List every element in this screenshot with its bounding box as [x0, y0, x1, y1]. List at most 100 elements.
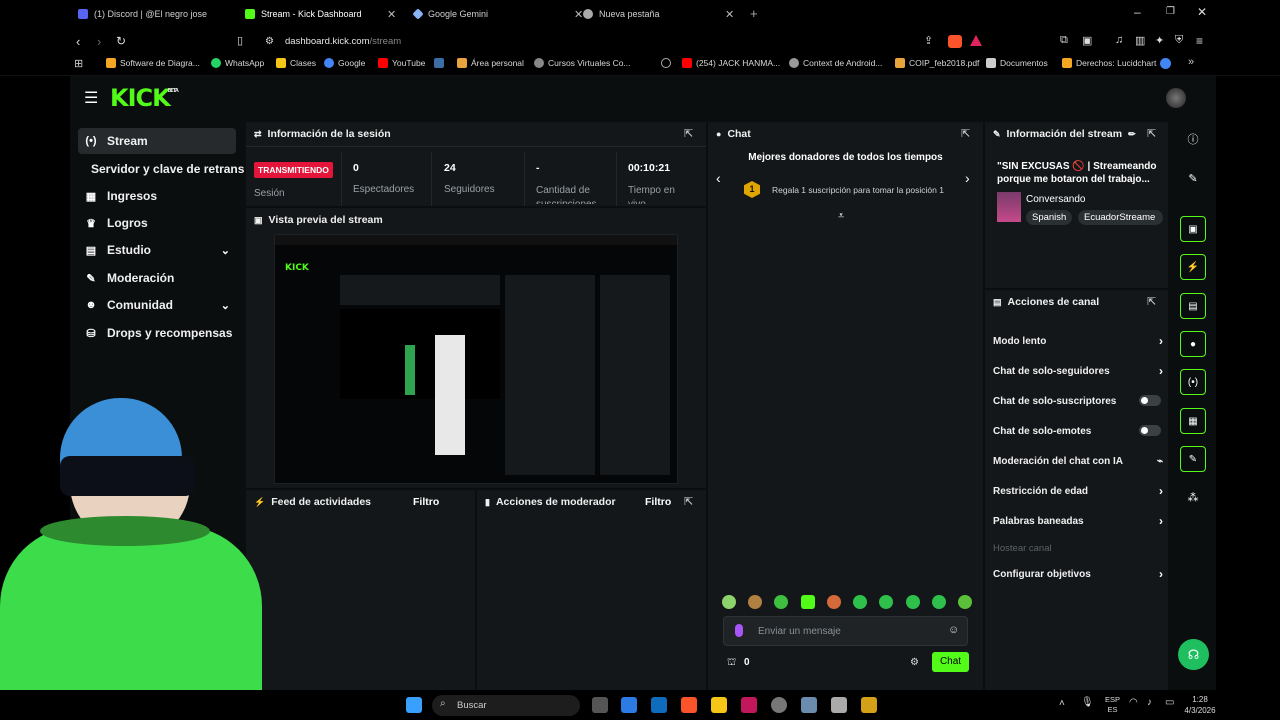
outlook-icon[interactable] — [651, 697, 667, 713]
emotes-only-toggle[interactable] — [1139, 425, 1161, 436]
sidebar-item-stream[interactable]: (•) Stream — [78, 128, 236, 154]
tab-discord[interactable]: (1) Discord | @El negro jose — [78, 4, 207, 24]
wifi-icon[interactable]: ◠ — [1129, 697, 1138, 708]
mic-icon[interactable] — [735, 624, 743, 637]
sidebar-item-estudio[interactable]: ▤ Estudio ⌄ — [78, 237, 236, 263]
chevron-right-icon[interactable]: › — [965, 170, 970, 186]
emote-icon[interactable] — [957, 595, 972, 609]
hamburger-icon[interactable]: ☰ — [84, 88, 98, 108]
filter-button[interactable]: Filtro — [645, 496, 671, 508]
apps-grid-icon[interactable]: ⊞ — [74, 57, 83, 70]
bookmark-icon[interactable]: ▯ — [237, 34, 243, 47]
activity-toggle-icon[interactable]: ⚡ — [1180, 254, 1206, 280]
minimize-icon[interactable]: – — [1134, 5, 1141, 19]
bookmark-item[interactable]: COIP_feb2018.pdf — [895, 58, 979, 68]
info-icon[interactable]: ⓘ — [1180, 126, 1206, 152]
filter-button[interactable]: Filtro — [413, 496, 439, 508]
edit-icon[interactable]: ✏ — [1128, 129, 1136, 140]
task-view-icon[interactable] — [592, 697, 608, 713]
emotes-only-row[interactable]: Chat de solo-emotes — [993, 425, 1163, 437]
tag-chip[interactable]: EcuadorStreame — [1078, 210, 1163, 225]
brave-rewards-icon[interactable] — [970, 35, 982, 46]
volume-icon[interactable]: ♪ — [1147, 697, 1152, 708]
store-icon[interactable] — [621, 697, 637, 713]
support-icon[interactable]: ☊ — [1178, 639, 1209, 670]
reload-icon[interactable]: ↻ — [116, 34, 126, 48]
windows-start-icon[interactable] — [406, 697, 422, 713]
emote-icon[interactable] — [774, 595, 789, 609]
sidebar-item-comunidad[interactable]: ☻ Comunidad ⌄ — [78, 292, 236, 318]
emote-icon[interactable] — [748, 595, 763, 609]
category-name[interactable]: Conversando — [1026, 194, 1085, 205]
layout-toggle-icon[interactable]: ▦ — [1180, 408, 1206, 434]
globe-icon[interactable] — [661, 58, 671, 68]
sidebar-item-server-key[interactable]: Servidor y clave de retransm — [85, 156, 245, 182]
new-tab-icon[interactable]: + — [750, 6, 758, 21]
tag-chip[interactable]: Spanish — [1026, 210, 1073, 225]
sidebar-item-drops[interactable]: ⛁ Drops y recompensas — [78, 320, 236, 346]
settings-icon[interactable]: ⚙ — [910, 657, 919, 668]
age-restriction-row[interactable]: Restricción de edad › — [993, 484, 1163, 498]
sidebar-item-moderacion[interactable]: ✎ Moderación — [78, 265, 236, 291]
app-icon[interactable] — [741, 697, 757, 713]
bookmark-item[interactable]: Context de Android... — [789, 58, 882, 68]
more-bookmarks-icon[interactable]: » — [1188, 56, 1194, 68]
subscribers-only-row[interactable]: Chat de solo-suscriptores — [993, 395, 1163, 407]
tab-gemini[interactable]: Google Gemini ✕ — [412, 4, 583, 24]
vpn-icon[interactable]: ⛨ — [1175, 34, 1183, 47]
app-icon[interactable] — [831, 697, 847, 713]
stream-preview-video[interactable]: KICK — [274, 234, 678, 484]
chat-toggle-icon[interactable]: ● — [1180, 331, 1206, 357]
emote-icon[interactable] — [853, 595, 868, 609]
chevron-left-icon[interactable]: ‹ — [716, 170, 721, 186]
restore-icon[interactable]: ❐ — [1166, 6, 1175, 17]
banned-words-row[interactable]: Palabras baneadas › — [993, 514, 1163, 528]
share-nodes-icon[interactable]: ⁂ — [1180, 484, 1206, 510]
sidebar-item-ingresos[interactable]: ▦ Ingresos — [78, 183, 236, 209]
emote-icon[interactable] — [826, 595, 841, 609]
brave-icon[interactable] — [681, 697, 697, 713]
close-tab-icon[interactable]: ✕ — [574, 8, 583, 21]
moderation-toggle-icon[interactable]: ✎ — [1180, 446, 1206, 472]
menu-icon[interactable]: ≡ — [1196, 34, 1203, 48]
bookmark-item[interactable]: Área personal — [457, 58, 524, 68]
leo-ai-icon[interactable]: ✦ — [1155, 34, 1164, 47]
emoji-icon[interactable]: ☺ — [948, 624, 959, 636]
file-explorer-icon[interactable] — [711, 697, 727, 713]
vtube-icon[interactable] — [801, 697, 817, 713]
url-field[interactable]: dashboard.kick.com/stream — [285, 36, 401, 47]
bookmark-item[interactable]: WhatsApp — [211, 58, 264, 68]
brave-shields-icon[interactable] — [948, 35, 962, 48]
sidebar-toggle-icon[interactable]: ▥ — [1135, 34, 1145, 47]
close-window-icon[interactable]: ✕ — [1197, 5, 1207, 19]
bookmark-item[interactable]: Derechos: Lucidchart — [1062, 58, 1156, 68]
forward-icon[interactable]: › — [97, 34, 101, 49]
stream-toggle-icon[interactable]: (•) — [1180, 369, 1206, 395]
back-icon[interactable]: ‹ — [76, 34, 80, 49]
collapse-icon[interactable]: ⩡ — [838, 210, 844, 223]
clock[interactable]: 1:28 4/3/2026 — [1170, 694, 1230, 716]
kick-logo[interactable]: KICK BETA — [110, 84, 179, 112]
channel-toggle-icon[interactable]: ▤ — [1180, 293, 1206, 319]
sidebar-item-logros[interactable]: ♛ Logros — [78, 210, 236, 236]
media-icon[interactable]: ♫ — [1115, 34, 1123, 46]
avatar[interactable] — [1166, 88, 1186, 108]
emote-icon[interactable] — [931, 595, 946, 609]
subscribers-only-toggle[interactable] — [1139, 395, 1161, 406]
emote-icon[interactable] — [722, 595, 736, 609]
tab-new[interactable]: Nueva pestaña ✕ — [583, 4, 734, 24]
emote-icon[interactable] — [905, 595, 920, 609]
followers-only-row[interactable]: Chat de solo-seguidores › — [993, 364, 1163, 378]
obs-icon[interactable] — [771, 697, 787, 713]
close-tab-icon[interactable]: ✕ — [387, 8, 396, 21]
preview-toggle-icon[interactable]: ▣ — [1180, 216, 1206, 242]
close-tab-icon[interactable]: ✕ — [725, 8, 734, 21]
extensions-icon[interactable]: ⧉ — [1060, 34, 1068, 47]
bookmark-item[interactable]: Cursos Virtuales Co... — [534, 58, 631, 68]
edit-icon[interactable]: ✎ — [1180, 165, 1206, 191]
chat-input[interactable]: Enviar un mensaje ☺ — [723, 616, 968, 646]
emote-icon[interactable] — [800, 595, 815, 609]
send-chat-button[interactable]: Chat — [932, 652, 969, 672]
bookmark-item[interactable]: Documentos — [986, 58, 1048, 68]
popout-icon[interactable]: ⇱ — [961, 127, 970, 140]
